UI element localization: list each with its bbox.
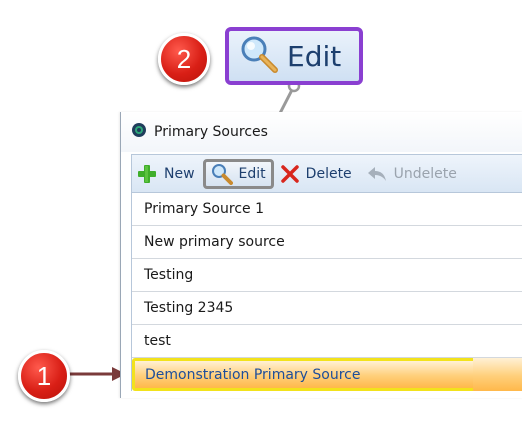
step-1-badge: 1 [18, 350, 70, 402]
edit-button[interactable]: Edit [202, 158, 274, 189]
list-item[interactable]: Testing 2345 [132, 292, 522, 325]
undelete-button[interactable]: Undelete [362, 159, 461, 189]
magnifier-icon [239, 34, 279, 78]
undo-arrow-icon [366, 165, 388, 183]
window-title: Primary Sources [154, 124, 268, 140]
red-x-icon [280, 164, 300, 184]
list-item[interactable]: test [132, 325, 522, 358]
plus-icon [136, 163, 158, 185]
app-circle-icon [131, 122, 147, 142]
list-item[interactable]: Testing [132, 259, 522, 292]
zoom-edit-label: Edit [287, 39, 342, 73]
list-item[interactable]: Primary Source 1 [132, 193, 522, 226]
delete-label: Delete [305, 165, 352, 182]
list-item[interactable]: New primary source [132, 226, 522, 259]
magnifier-icon [211, 163, 233, 185]
step-2-badge: 2 [158, 33, 210, 85]
edit-label: Edit [238, 165, 266, 182]
title-bar: Primary Sources [121, 112, 522, 152]
list-item-selected[interactable]: Demonstration Primary Source [132, 358, 522, 391]
undelete-label: Undelete [393, 165, 457, 182]
primary-sources-list: Primary Source 1 New primary source Test… [131, 193, 522, 391]
primary-sources-window: Primary Sources New Edit Delete Undelete… [120, 112, 522, 398]
new-label: New [164, 165, 195, 182]
new-button[interactable]: New [132, 159, 199, 189]
delete-button[interactable]: Delete [276, 159, 356, 189]
edit-zoom-callout: Edit [225, 27, 363, 85]
toolbar: New Edit Delete Undelete [131, 154, 522, 193]
